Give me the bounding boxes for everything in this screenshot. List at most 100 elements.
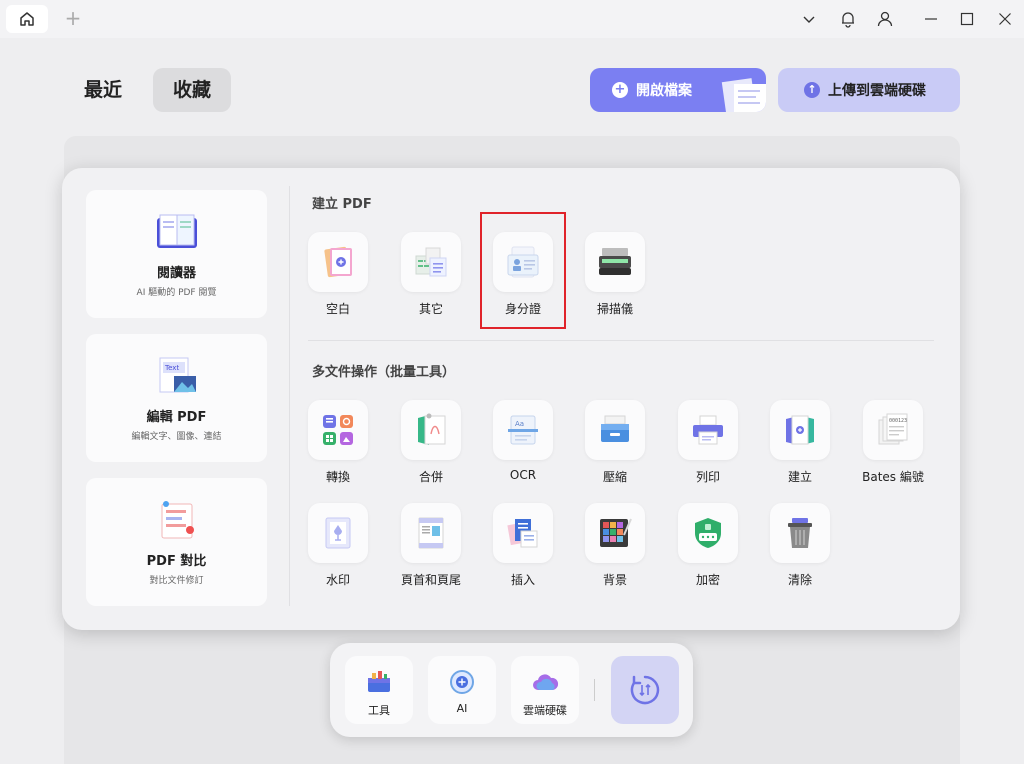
tool-label: 加密 xyxy=(695,573,720,587)
tool-icon-box xyxy=(401,503,461,563)
upload-arrow-icon: ↑ xyxy=(804,82,820,98)
sidebar-item-subtitle: 對比文件修訂 xyxy=(149,576,204,586)
tool-icon-box xyxy=(678,400,738,460)
batch-convert-tool[interactable]: 轉換 xyxy=(298,400,378,490)
batch-print-tool[interactable]: 列印 xyxy=(668,400,748,490)
create-pdf-section-title: 建立 PDF xyxy=(312,197,372,212)
tool-label: 建立 xyxy=(787,470,812,484)
watermark-icon xyxy=(325,517,351,549)
batch-insert-tool[interactable]: 插入 xyxy=(483,503,563,593)
batch-background-tool[interactable]: 背景 xyxy=(575,503,655,593)
tool-icon-box xyxy=(401,400,461,460)
new-tab-plus-icon[interactable]: + xyxy=(64,7,82,29)
bell-icon[interactable] xyxy=(837,8,859,30)
sidebar-item-title: 編輯 PDF xyxy=(146,410,207,425)
convert-icon xyxy=(323,415,353,445)
dock-sync-button[interactable] xyxy=(611,656,679,724)
chevron-down-icon[interactable] xyxy=(798,8,820,30)
sidebar-item-compare[interactable]: PDF 對比 對比文件修訂 xyxy=(86,478,267,606)
sidebar-item-subtitle: AI 驅動的 PDF 閱覽 xyxy=(136,288,217,298)
tool-label: OCR xyxy=(509,468,537,482)
upload-cloud-button[interactable]: ↑ 上傳到雲端硬碟 xyxy=(778,68,960,112)
home-tab[interactable] xyxy=(6,5,48,33)
encrypt-icon xyxy=(695,518,721,548)
tool-icon-box xyxy=(585,232,645,292)
tool-label: 壓縮 xyxy=(602,470,627,484)
batch-compress-tool[interactable]: 壓縮 xyxy=(575,400,655,490)
tab-favorites[interactable]: 收藏 xyxy=(153,68,231,112)
svg-text:000123: 000123 xyxy=(889,418,907,424)
user-icon[interactable] xyxy=(874,8,896,30)
cloud-icon xyxy=(533,674,559,690)
tool-label: 掃描儀 xyxy=(596,302,633,316)
maximize-icon[interactable] xyxy=(956,8,978,30)
batch-encrypt-tool[interactable]: 加密 xyxy=(668,503,748,593)
tool-label: 頁首和頁尾 xyxy=(400,573,461,587)
ai-icon xyxy=(450,670,474,694)
trash-icon xyxy=(788,518,812,548)
tool-icon-box xyxy=(770,503,830,563)
tab-recent[interactable]: 最近 xyxy=(76,68,130,112)
batch-clear-tool[interactable]: 清除 xyxy=(760,503,840,593)
batch-header-footer-tool[interactable]: 頁首和頁尾 xyxy=(391,503,471,593)
dock-divider xyxy=(594,679,595,701)
tool-icon-box: 000123 xyxy=(863,400,923,460)
minimize-icon[interactable] xyxy=(920,8,942,30)
svg-text:Aa: Aa xyxy=(515,420,524,428)
tool-label: 列印 xyxy=(695,470,720,484)
batch-ocr-tool[interactable]: Aa OCR xyxy=(483,400,563,490)
tool-icon-box xyxy=(678,503,738,563)
blank-doc-icon xyxy=(324,246,352,278)
dock-tools-button[interactable]: 工具 xyxy=(345,656,413,724)
toolbox-icon xyxy=(368,671,390,692)
batch-create-tool[interactable]: 建立 xyxy=(760,400,840,490)
print-icon xyxy=(693,415,723,445)
horizontal-divider xyxy=(308,340,934,341)
tool-icon-box xyxy=(308,232,368,292)
batch-watermark-tool[interactable]: 水印 xyxy=(298,503,378,593)
tool-label: 合併 xyxy=(418,470,443,484)
dock-ai-button[interactable]: AI xyxy=(428,656,496,724)
tool-label: Bates 編號 xyxy=(862,470,924,484)
create-scanner-tool[interactable]: 掃描儀 xyxy=(575,232,655,322)
tool-icon-box xyxy=(585,503,645,563)
sidebar-item-reader[interactable]: 閱讀器 AI 驅動的 PDF 閱覽 xyxy=(86,190,267,318)
sidebar-item-title: PDF 對比 xyxy=(146,554,207,569)
dock-label: 雲端硬碟 xyxy=(523,704,567,717)
other-docs-icon xyxy=(415,247,447,277)
home-icon xyxy=(20,12,34,26)
plus-circle-icon: + xyxy=(612,82,628,98)
compress-icon xyxy=(601,415,629,442)
tool-label: 水印 xyxy=(325,573,350,587)
create-blank-tool[interactable]: 空白 xyxy=(298,232,378,322)
batch-combine-tool[interactable]: 合併 xyxy=(391,400,471,490)
scanner-icon xyxy=(599,248,631,275)
compare-doc-icon xyxy=(161,501,194,539)
sidebar-item-subtitle: 編輯文字、圖像、連結 xyxy=(131,432,222,442)
tool-label: 其它 xyxy=(418,302,443,316)
background-icon xyxy=(600,518,632,547)
documents-illustration-icon xyxy=(721,78,766,112)
insert-icon xyxy=(507,519,538,548)
tool-icon-box xyxy=(401,232,461,292)
sidebar-item-edit-pdf[interactable]: Text 編輯 PDF 編輯文字、圖像、連結 xyxy=(86,334,267,462)
highlight-box xyxy=(480,212,566,329)
open-file-label: 開啟檔案 xyxy=(636,83,692,99)
dock-cloud-button[interactable]: 雲端硬碟 xyxy=(511,656,579,724)
dock-label: 工具 xyxy=(368,704,390,717)
sidebar-item-title: 閱讀器 xyxy=(156,266,196,281)
upload-cloud-label: 上傳到雲端硬碟 xyxy=(828,83,926,99)
bottom-dock: 工具 AI 雲端硬碟 xyxy=(330,643,693,737)
close-icon[interactable] xyxy=(994,8,1016,30)
batch-bates-tool[interactable]: 000123 Bates 編號 xyxy=(853,400,933,490)
edit-text-icon: Text xyxy=(159,357,196,393)
sync-icon xyxy=(630,675,660,705)
create-other-tool[interactable]: 其它 xyxy=(391,232,471,322)
tool-label: 插入 xyxy=(510,573,535,587)
create-icon xyxy=(786,415,814,445)
open-file-button[interactable]: + 開啟檔案 xyxy=(590,68,766,112)
batch-section-title: 多文件操作（批量工具） xyxy=(312,365,456,380)
book-icon xyxy=(157,214,197,248)
tool-icon-box xyxy=(585,400,645,460)
header-footer-icon xyxy=(418,517,444,549)
